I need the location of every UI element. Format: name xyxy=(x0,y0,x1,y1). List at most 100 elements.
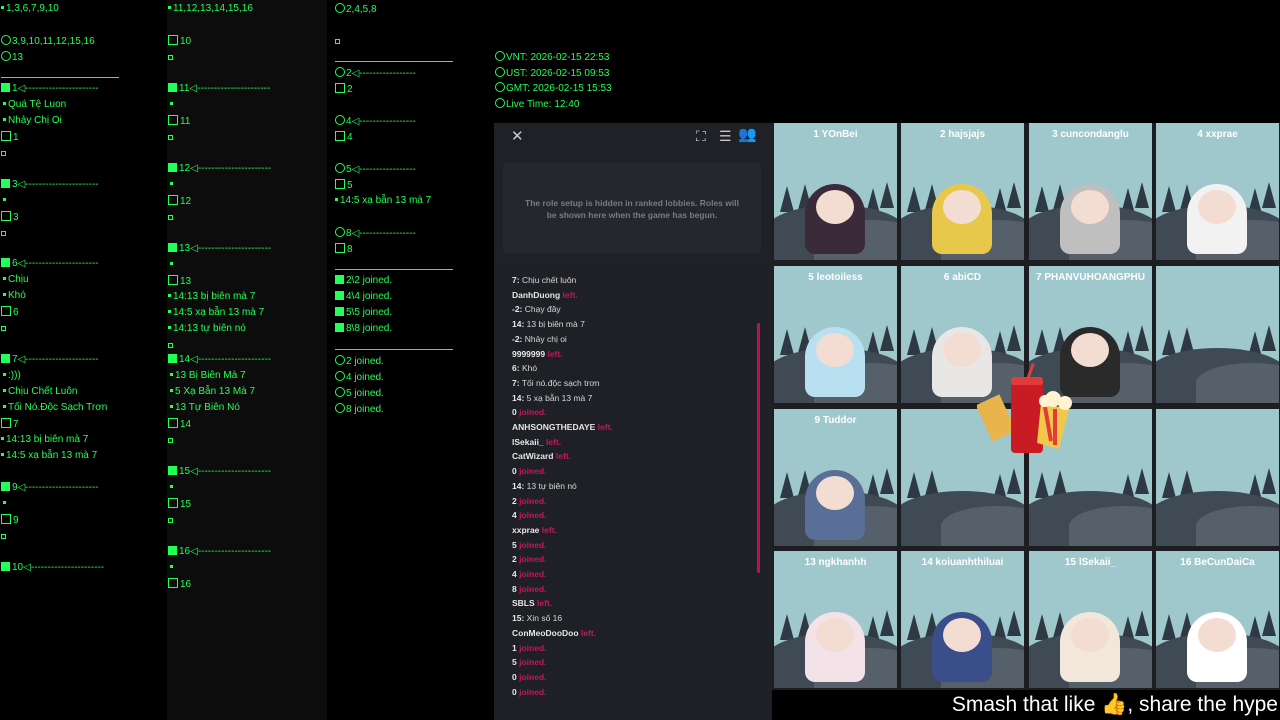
chat-text: Xin số 16 xyxy=(526,613,563,624)
tree xyxy=(880,325,894,351)
chat-sender: 0 xyxy=(512,686,517,697)
live-time: Live Time: 12:40 xyxy=(495,98,579,111)
chat-sender: 7: xyxy=(512,275,520,285)
note-box-text: 4 xyxy=(347,132,353,143)
player-tile[interactable]: 16 BeCunDaiCa xyxy=(1156,551,1279,688)
joined-icon-line-text: 5 joined. xyxy=(346,388,384,399)
player-tile[interactable]: 15 lSekaii_ xyxy=(1029,551,1152,688)
note-box-text: 14 xyxy=(180,419,192,430)
tree xyxy=(907,614,921,640)
col1-list-line-text: 3,9,10,11,12,15,16 xyxy=(12,36,95,47)
section-header: 2◁----------------- xyxy=(335,67,416,80)
note-box-text: 8 xyxy=(347,244,353,255)
chat-sender: 14: xyxy=(512,480,525,491)
chat-message: 0 joined. xyxy=(512,466,547,476)
chat-sender: 9999999 xyxy=(512,348,546,359)
note-line: 14:13 tự biên nó xyxy=(168,323,246,335)
empty-dot xyxy=(170,259,175,271)
note-box-text: 9 xyxy=(13,515,19,526)
tree xyxy=(780,186,794,212)
note-box: 7 xyxy=(1,418,19,431)
section-header: 4◁----------------- xyxy=(335,115,416,128)
note-line: 14:13 bị biên mà 7 xyxy=(1,434,88,446)
chat-scrollbar[interactable] xyxy=(757,323,760,573)
section-id: 5 xyxy=(346,164,352,175)
joined-icon-line: 5 joined. xyxy=(335,387,384,400)
chat-sender: 2 xyxy=(512,495,517,506)
note-line: Quá Tệ Luon xyxy=(3,99,66,111)
thumbs-up-icon: 👍 xyxy=(1101,693,1128,716)
empty-dot xyxy=(3,498,8,510)
note-line-text: 13 Tự Biên Nó xyxy=(175,402,240,413)
note-line-text: Nhảy Chị Oi xyxy=(8,115,62,126)
player-tile[interactable]: 2 hajsjajs xyxy=(901,123,1024,260)
player-tile[interactable]: 13 ngkhanhh xyxy=(774,551,897,688)
chat-sender: 14: xyxy=(512,392,525,403)
empty-dot xyxy=(1,322,8,334)
player-name: 4 xxprae xyxy=(1197,129,1238,140)
chat-event: joined. xyxy=(519,554,547,565)
chat-event: joined. xyxy=(519,583,547,594)
players-icon[interactable]: 👥 xyxy=(738,127,757,142)
chat-message: lSekaii_ left. xyxy=(512,437,561,447)
chat-text: 13 tự biên nó xyxy=(526,480,577,491)
section-id: 13 xyxy=(179,243,191,254)
joined-filled-line-text: 5\5 joined. xyxy=(346,307,393,318)
popcorn-drink-sticker xyxy=(977,363,1072,453)
gmt-time: GMT: 2026-02-15 15:53 xyxy=(495,82,612,95)
player-tile[interactable]: 5 leotoiless xyxy=(774,266,897,403)
chat-log[interactable]: 7: Chịu chết luôn DanhDuong left. -2: Chạy… xyxy=(503,265,761,720)
player-tile[interactable]: 4 xxprae xyxy=(1156,123,1279,260)
section-header: 16◁---------------------- xyxy=(168,546,271,558)
chat-text: Tối nó.độc sạch trơn xyxy=(521,377,600,388)
tree xyxy=(780,614,794,640)
section-header: 15◁---------------------- xyxy=(168,466,271,478)
tree xyxy=(907,329,921,355)
chat-event: joined. xyxy=(519,466,547,477)
note-box-text: 2 xyxy=(347,84,353,95)
note-line-text: :))) xyxy=(8,370,21,381)
role-setup-text: The role setup is hidden in ranked lobbi… xyxy=(525,198,739,220)
empty-dot xyxy=(168,339,175,351)
joined-filled-line: 4\4 joined. xyxy=(335,291,392,303)
player-name: 7 PHANVUHOANGPHU xyxy=(1036,272,1145,283)
empty-dot xyxy=(1,147,8,159)
tree xyxy=(1162,329,1176,355)
tree xyxy=(1162,472,1176,498)
player-name: 2 hajsjajs xyxy=(939,129,986,140)
empty-slot[interactable] xyxy=(1156,266,1279,403)
player-tile[interactable]: 1 YOnBei xyxy=(774,123,897,260)
section-header: 3◁---------------------- xyxy=(1,179,99,191)
chat-event: left. xyxy=(541,524,557,535)
chat-message: 4 joined. xyxy=(512,510,547,520)
chat-message: 0 joined. xyxy=(512,672,547,682)
section-header: 11◁---------------------- xyxy=(168,83,270,95)
col3-header: 2,4,5,8 xyxy=(335,3,377,16)
close-icon[interactable]: ✕ xyxy=(511,129,524,144)
player-tile[interactable]: 3 cuncondanglu xyxy=(1029,123,1152,260)
note-box: 6 xyxy=(1,306,19,319)
chat-sender: 6: xyxy=(512,363,520,374)
chat-message: -2: Chạy đây xyxy=(512,304,561,314)
list-icon[interactable]: ☰ xyxy=(719,129,732,143)
note-line: Chịu Chết Luôn xyxy=(3,386,78,398)
player-name: 15 lSekaii_ xyxy=(1064,557,1117,568)
player-tile[interactable]: 9 Tuddor xyxy=(774,409,897,546)
joined-icon-line-text: 8 joined. xyxy=(346,404,384,415)
vnt-time: VNT: 2026-02-15 22:53 xyxy=(495,51,609,64)
expand-icon[interactable]: ⛶ xyxy=(696,129,706,143)
chat-event: left. xyxy=(580,627,597,638)
note-line: 13 Bị Biên Mà 7 xyxy=(170,370,246,382)
tree xyxy=(1135,610,1149,636)
chat-text: Khó xyxy=(521,363,538,374)
note-line: Khó xyxy=(3,290,26,302)
section-id: 16 xyxy=(179,546,191,557)
joined-filled-line-text: 4\4 joined. xyxy=(346,291,393,302)
tree xyxy=(1007,182,1021,208)
empty-slot[interactable] xyxy=(1156,409,1279,546)
section-header: 1◁---------------------- xyxy=(1,83,99,95)
joined-filled-line-text: 8\8 joined. xyxy=(346,323,393,334)
player-tile[interactable]: 14 koiuanhthiluai xyxy=(901,551,1024,688)
chat-sender: 14: xyxy=(512,319,525,330)
empty-dot xyxy=(170,99,175,111)
